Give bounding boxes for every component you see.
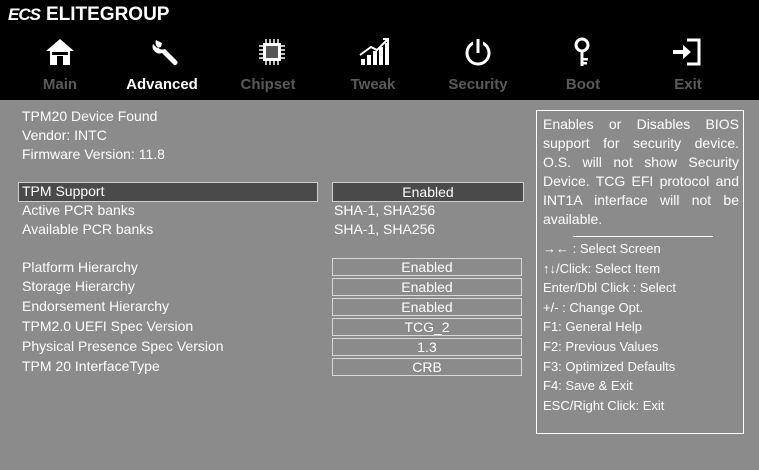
brand-name: ELITEGROUP [45,4,170,25]
tab-tweak[interactable]: Tweak [318,76,428,93]
key-hint: F2: Previous Values [543,338,659,354]
uefi-spec-value[interactable]: TCG_2 [332,318,522,336]
power-icon[interactable] [458,32,498,72]
tab-boot[interactable]: Boot [528,76,638,93]
key-icon[interactable] [562,32,602,72]
chart-icon[interactable] [354,32,394,72]
key-hint: →← : Select Screen [543,241,661,256]
key-hint: +/- : Change Opt. [543,299,644,315]
endorsement-hierarchy-value[interactable]: Enabled [332,298,522,316]
pp-spec-value[interactable]: 1.3 [332,338,522,356]
tpm-support-label[interactable]: TPM Support [22,183,104,199]
bios-screen: ECS ELITEGROUP Main Advanced Chipset Twe… [0,0,759,470]
tab-security[interactable]: Security [423,76,533,93]
tpm-support-value[interactable]: Enabled [332,182,524,202]
tpm-device-found: TPM20 Device Found [22,108,158,124]
help-keys: →← : Select Screen ↑↓/Click: Select Item… [543,239,676,415]
active-pcr-value: SHA-1, SHA256 [334,202,436,218]
chip-icon[interactable] [252,32,292,72]
interface-type-value[interactable]: CRB [332,358,522,376]
key-hint: F1: General Help [543,319,642,335]
help-panel: Enables or Disables BIOS support for sec… [536,110,744,434]
firmware-version: Firmware Version: 11.8 [22,146,165,162]
platform-hierarchy-label[interactable]: Platform Hierarchy [22,259,138,275]
brand-logo: ECS [8,5,41,24]
active-pcr-label: Active PCR banks [22,202,135,218]
top-bar: ECS ELITEGROUP Main Advanced Chipset Twe… [0,0,759,100]
home-icon[interactable] [40,32,80,72]
key-hint: F4: Save & Exit [543,378,633,394]
endorsement-hierarchy-label[interactable]: Endorsement Hierarchy [22,298,169,314]
wrench-icon[interactable] [146,32,186,72]
available-pcr-label: Available PCR banks [22,221,154,237]
tab-advanced[interactable]: Advanced [107,76,217,93]
available-pcr-value: SHA-1, SHA256 [334,221,436,237]
exit-icon[interactable] [666,32,706,72]
uefi-spec-label[interactable]: TPM2.0 UEFI Spec Version [22,318,193,334]
platform-hierarchy-value[interactable]: Enabled [332,258,522,276]
pp-spec-label[interactable]: Physical Presence Spec Version [22,338,224,354]
brand: ECS ELITEGROUP [8,4,169,26]
help-divider [573,236,713,237]
tab-chipset[interactable]: Chipset [213,76,323,93]
key-hint: ↑↓/Click: Select Item [543,260,661,276]
tab-exit[interactable]: Exit [633,76,743,93]
vendor-info: Vendor: INTC [22,127,107,143]
help-description: Enables or Disables BIOS support for sec… [543,116,739,227]
interface-type-label[interactable]: TPM 20 InterfaceType [22,358,160,374]
tab-main[interactable]: Main [5,76,115,93]
key-hint: F3: Optimized Defaults [543,358,676,374]
key-hint: Enter/Dbl Click : Select [543,280,676,296]
storage-hierarchy-value[interactable]: Enabled [332,278,522,296]
storage-hierarchy-label[interactable]: Storage Hierarchy [22,278,135,294]
key-hint: ESC/Right Click: Exit [543,397,665,413]
